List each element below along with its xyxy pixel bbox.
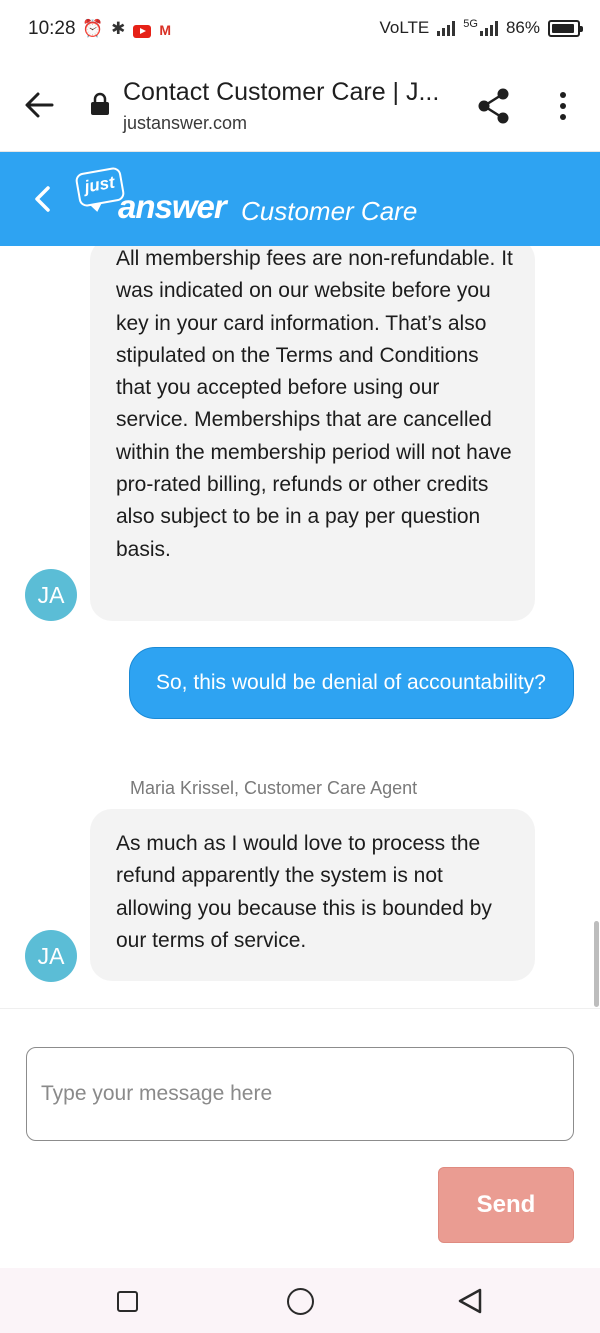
back-arrow-icon[interactable] [22,88,56,122]
agent-avatar: JA [25,930,77,982]
message-input[interactable] [26,1047,574,1141]
status-notification-icons: ⏰ ✱ M [82,18,171,40]
status-bar: 10:28 ⏰ ✱ M VoLTE 5G 86% [0,0,600,60]
battery-percent: 86% [505,18,540,37]
app-header: just answer Customer Care [0,152,600,246]
volte-label: VoLTE [379,18,430,37]
chevron-left-icon[interactable] [28,182,58,216]
home-icon[interactable] [287,1288,314,1315]
youtube-icon [133,24,152,38]
logo-answer: answer [118,188,227,225]
signal-icon [437,20,456,36]
battery-icon [548,19,583,37]
agent-message-text: All membership fees are non-refundable. … [116,247,513,561]
system-nav-bar [0,1268,600,1333]
alarm-icon: ⏰ [82,19,104,38]
gmail-icon: M [159,22,172,38]
send-button[interactable]: Send [438,1167,574,1243]
browser-toolbar: Contact Customer Care | J... justanswer.… [0,60,600,152]
chat-thread[interactable]: All membership fees are non-refundable. … [0,246,600,1008]
agent-message-bubble: As much as I would love to process the r… [90,809,535,981]
user-message-bubble: So, this would be denial of accountabili… [129,647,574,719]
agent-message-bubble: All membership fees are non-refundable. … [90,246,535,621]
agent-avatar: JA [25,569,77,621]
share-icon[interactable] [476,86,512,126]
agent-message-text: As much as I would love to process the r… [116,832,492,952]
page-title[interactable]: Contact Customer Care | J... [123,78,453,107]
page-url[interactable]: justanswer.com [123,113,247,134]
header-subtitle: Customer Care [241,196,418,226]
nav-back-icon[interactable] [456,1287,484,1315]
agent-name-label: Maria Krissel, Customer Care Agent [130,778,418,798]
status-system-icons: VoLTE 5G 86% [379,18,583,38]
5g-label: 5G [463,18,478,30]
message-composer: Send [0,1008,600,1268]
bluetooth-icon: ✱ [111,19,126,38]
scrollbar-thumb[interactable] [594,921,599,1007]
more-vert-icon[interactable] [552,90,574,122]
signal-5g-icon [479,20,498,36]
recents-icon[interactable] [117,1291,138,1312]
status-time: 10:28 [28,18,76,39]
lock-icon[interactable] [90,92,110,116]
user-message-text: So, this would be denial of accountabili… [156,671,546,694]
